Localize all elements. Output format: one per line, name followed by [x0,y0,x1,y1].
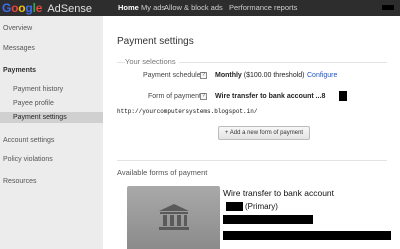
watermark-url: http://yourcomputersystems.blogspot.in/ [117,108,258,115]
account-number-redaction [226,202,243,211]
sidebar-item-payment-history[interactable]: Payment history [13,86,63,93]
form-of-payment-value: Wire transfer to bank account ...8 [215,93,326,100]
sidebar-item-resources[interactable]: Resources [3,178,36,185]
sidebar-item-policy-violations[interactable]: Policy violations [3,156,53,163]
account-redaction [382,5,394,10]
payment-method-card[interactable] [127,186,220,249]
help-icon[interactable]: ? [200,72,207,79]
google-wordmark: Google [2,1,43,15]
sidebar-item-payee-profile[interactable]: Payee profile [13,100,54,107]
bank-details-redaction [223,215,313,224]
adsense-logo[interactable]: Google AdSense [2,0,92,16]
nav-performance-reports[interactable]: Performance reports [229,0,297,16]
help-icon[interactable]: ? [200,93,207,100]
sidebar-item-messages[interactable]: Messages [3,45,35,52]
available-forms-label: Available forms of payment [117,168,208,177]
sidebar: Overview Messages Payments Payment histo… [0,16,103,249]
primary-badge: (Primary) [245,202,278,211]
sidebar-item-payments[interactable]: Payments [3,67,36,74]
add-form-of-payment-button[interactable]: + Add a new form of payment [218,126,310,140]
main-content: Payment settings Your selections Payment… [103,16,400,249]
schedule-frequency: Monthly [215,72,242,79]
bank-details-redaction [223,231,391,240]
your-selections-label: Your selections [125,57,179,66]
sidebar-item-account-settings[interactable]: Account settings [3,137,54,144]
configure-link[interactable]: Configure [307,72,337,79]
form-of-payment-label: Form of payment [148,93,201,100]
payment-schedule-value: Monthly ($100.00 threshold) [215,72,305,79]
page-title: Payment settings [117,36,194,47]
bank-building-icon [159,204,189,230]
section-divider [117,160,387,161]
schedule-threshold: ($100.00 threshold) [243,72,305,79]
nav-my-ads[interactable]: My ads [141,0,165,16]
product-name: AdSense [47,3,92,15]
sidebar-item-label: Payment settings [13,114,67,121]
payment-schedule-label: Payment schedule [143,72,201,79]
sidebar-item-payment-settings[interactable]: Payment settings [0,112,103,123]
account-number-redaction [339,91,347,101]
payment-method-title: Wire transfer to bank account [223,188,335,198]
nav-allow-block-ads[interactable]: Allow & block ads [164,0,223,16]
top-bar: Google AdSense Home My ads Allow & block… [0,0,400,16]
nav-home[interactable]: Home [118,0,139,16]
sidebar-item-overview[interactable]: Overview [3,25,32,32]
